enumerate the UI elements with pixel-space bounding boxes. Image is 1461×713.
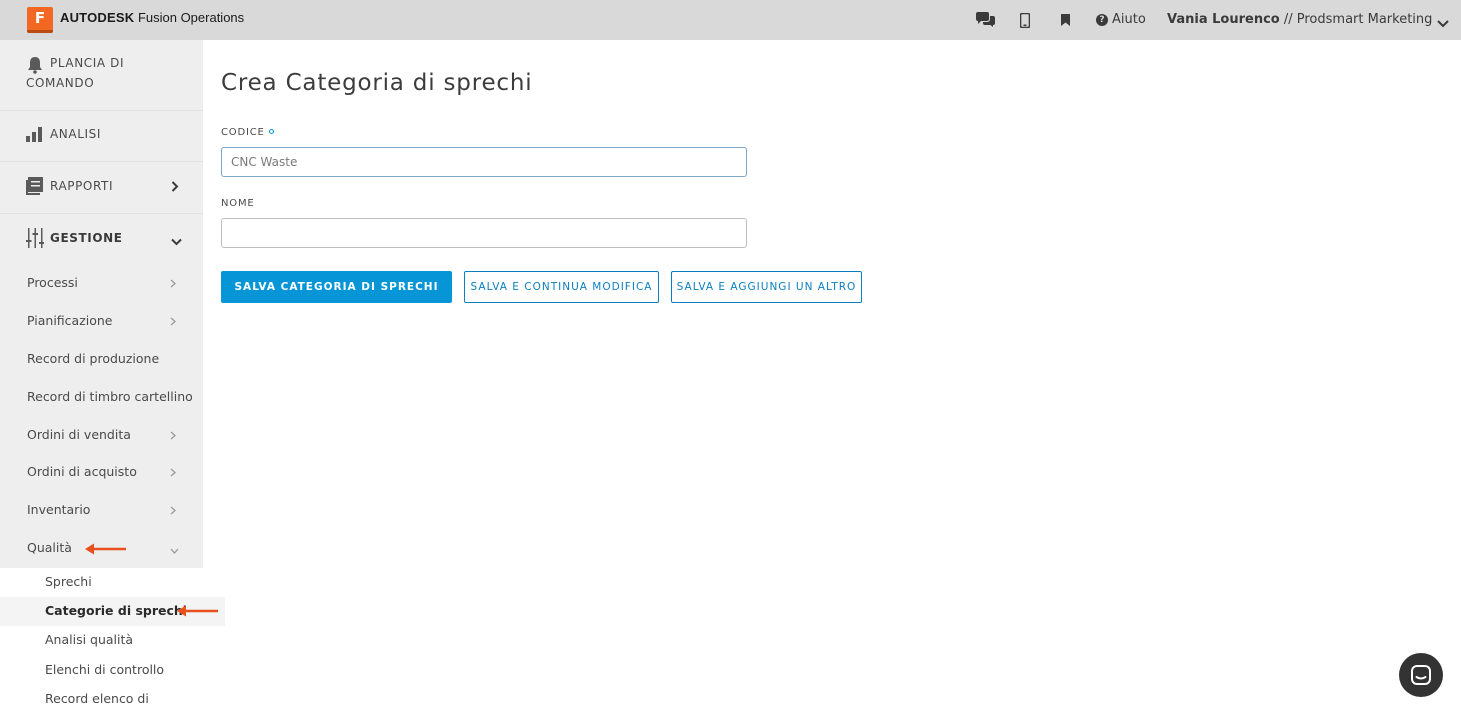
divider	[0, 213, 203, 214]
sidebar-subitem-purchase-orders[interactable]: Ordini di acquisto	[27, 464, 137, 479]
name-label: NOME	[221, 198, 255, 209]
code-input[interactable]	[221, 147, 747, 177]
chat-icon[interactable]	[974, 10, 996, 30]
sidebar-item-dashboard[interactable]: PLANCIA DI COMANDO	[0, 53, 203, 97]
sidebar-item-analysis[interactable]: ANALISI	[0, 124, 203, 146]
sidebar-item-management[interactable]: GESTIONE	[0, 228, 203, 250]
help-icon: ?	[1096, 13, 1108, 26]
sidebar-item-label: RAPPORTI	[50, 179, 114, 193]
mobile-icon[interactable]	[1019, 10, 1031, 30]
chevron-down-icon[interactable]	[1437, 13, 1449, 32]
chevron-right-icon	[170, 278, 176, 291]
sidebar-subitem-planning[interactable]: Pianificazione	[27, 313, 113, 328]
brand-autodesk: AUTODESK	[60, 10, 135, 25]
sidebar-item-reports[interactable]: RAPPORTI	[0, 176, 203, 198]
help-label: Aiuto	[1112, 12, 1146, 27]
sidebar	[0, 40, 203, 568]
chevron-right-icon	[171, 181, 179, 195]
brand-name[interactable]: AUTODESK Fusion Operations	[60, 10, 244, 25]
sidebar-child-checklist-records[interactable]: Record elenco di	[45, 691, 149, 706]
name-input[interactable]	[221, 218, 747, 248]
user-separator: //	[1279, 12, 1297, 27]
annotation-arrow	[176, 603, 220, 622]
save-and-add-another-button[interactable]: SALVA E AGGIUNGI UN ALTRO	[671, 271, 862, 303]
chevron-right-icon	[170, 316, 176, 329]
user-menu[interactable]: Vania Lourenco // Prodsmart Marketing	[1167, 12, 1432, 27]
sidebar-subitem-quality[interactable]: Qualità	[27, 540, 72, 555]
user-name: Vania Lourenco	[1167, 12, 1280, 27]
save-waste-category-button[interactable]: SALVA CATEGORIA DI SPRECHI	[221, 271, 452, 303]
sidebar-item-label: COMANDO	[26, 76, 95, 90]
chevron-down-icon	[171, 235, 182, 249]
sidebar-item-label: PLANCIA DI	[50, 56, 125, 70]
sliders-icon	[26, 228, 44, 251]
required-indicator-icon	[268, 129, 274, 134]
help-link[interactable]: ? Aiuto	[1096, 12, 1146, 27]
code-label: CODICE	[221, 127, 274, 138]
code-label-text: CODICE	[221, 127, 265, 138]
chevron-right-icon	[170, 505, 176, 518]
chevron-right-icon	[170, 467, 176, 480]
sidebar-subitem-production-records[interactable]: Record di produzione	[27, 351, 159, 366]
sidebar-child-waste-categories[interactable]: Categorie di sprechi	[45, 603, 187, 618]
support-chat-button[interactable]	[1399, 653, 1443, 697]
sidebar-child-quality-analysis[interactable]: Analisi qualità	[45, 632, 133, 647]
top-bar: F AUTODESK Fusion Operations ? Aiuto Van…	[0, 0, 1461, 40]
sidebar-child-checklists[interactable]: Elenchi di controllo	[45, 662, 164, 677]
sidebar-subitem-time-records[interactable]: Record di timbro cartellino	[27, 389, 193, 404]
bar-chart-icon	[26, 126, 44, 145]
chevron-right-icon	[170, 430, 176, 443]
sidebar-child-waste[interactable]: Sprechi	[45, 574, 92, 589]
divider	[0, 110, 203, 111]
divider	[0, 161, 203, 162]
sidebar-item-label: ANALISI	[50, 127, 101, 141]
annotation-arrow	[84, 541, 128, 560]
save-and-continue-button[interactable]: SALVA E CONTINUA MODIFICA	[464, 271, 659, 303]
sidebar-item-label: GESTIONE	[50, 231, 123, 245]
company-name: Prodsmart Marketing	[1296, 12, 1433, 27]
page-title: Crea Categoria di sprechi	[221, 70, 533, 96]
report-icon	[26, 177, 43, 198]
brand-product: Fusion Operations	[137, 10, 245, 25]
fusion-logo[interactable]: F	[27, 7, 53, 33]
sidebar-subitem-sales-orders[interactable]: Ordini di vendita	[27, 427, 131, 442]
chevron-down-icon	[170, 544, 179, 557]
bookmark-icon[interactable]	[1059, 10, 1071, 30]
chat-bubble-icon	[1411, 665, 1431, 685]
sidebar-subitem-processes[interactable]: Processi	[27, 275, 78, 290]
sidebar-subitem-inventory[interactable]: Inventario	[27, 502, 90, 517]
